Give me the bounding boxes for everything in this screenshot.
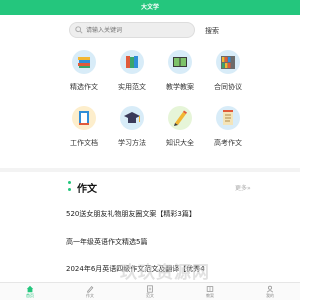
tab-lesson-plans[interactable]: 教案 — [190, 283, 230, 300]
category-item-study-methods[interactable]: 学习方法 — [108, 106, 156, 160]
tab-profile[interactable]: 我的 — [250, 283, 290, 300]
search-box[interactable] — [69, 22, 195, 38]
article-item[interactable]: 2024年6月英语四级作文范文及翻译【优秀4 — [66, 261, 256, 276]
pencil-icon — [168, 106, 192, 130]
book-icon — [206, 286, 214, 292]
category-item-lesson-plans[interactable]: 教学教案 — [156, 50, 204, 104]
search-icon — [75, 26, 83, 34]
category-label: 学习方法 — [118, 139, 146, 147]
section-title: 作文 — [77, 184, 97, 195]
more-link[interactable]: 更多» — [235, 183, 251, 192]
pen-icon — [87, 286, 94, 293]
notebook-icon — [72, 106, 96, 130]
section-marker — [68, 181, 71, 184]
category-item-knowledge[interactable]: 知识大全 — [156, 106, 204, 160]
section-header: 作文 更多» — [0, 176, 300, 200]
section-divider — [0, 168, 300, 172]
category-item-gaokao-essays[interactable]: 高考作文 — [204, 106, 252, 160]
category-label: 教学教案 — [166, 83, 194, 91]
tab-label: 我的 — [266, 293, 274, 298]
category-item-templates[interactable]: 实用范文 — [108, 50, 156, 104]
category-grid: 精选作文 实用范文 教学教案 合同协议 工作文档 学习方法 知识大全 高考作文 — [60, 50, 252, 162]
search-row: 搜索 — [0, 15, 300, 49]
tab-templates[interactable]: 范文 — [130, 283, 170, 300]
document-icon — [147, 285, 153, 293]
category-label: 精选作文 — [70, 83, 98, 91]
search-button[interactable]: 搜索 — [205, 24, 219, 38]
article-item[interactable]: 高一年级英语作文精选5篇 — [66, 234, 256, 250]
book-stack-icon — [72, 50, 96, 74]
category-label: 工作文档 — [70, 139, 98, 147]
open-book-icon — [168, 50, 192, 74]
category-label: 知识大全 — [166, 139, 194, 147]
category-item-contracts[interactable]: 合同协议 — [204, 50, 252, 104]
article-list: 520送女朋友礼物朋友圈文案【精彩3篇】 高一年级英语作文精选5篇 2024年6… — [66, 206, 256, 276]
user-icon — [266, 285, 274, 293]
tab-label: 作文 — [86, 293, 94, 298]
app-title: 大文学 — [140, 4, 159, 11]
app-screen: 大文学 搜索 精选作文 实用范文 — [0, 0, 300, 300]
category-label: 实用范文 — [118, 83, 146, 91]
tab-label: 教案 — [206, 293, 214, 298]
category-item-work-docs[interactable]: 工作文档 — [60, 106, 108, 160]
paper-scroll-icon — [216, 106, 240, 130]
graduation-cap-icon — [120, 106, 144, 130]
category-item-essays[interactable]: 精选作文 — [60, 50, 108, 104]
tab-label: 范文 — [146, 293, 154, 298]
search-input[interactable] — [86, 24, 190, 36]
tab-home[interactable]: 首页 — [10, 283, 50, 300]
home-icon — [26, 285, 34, 293]
category-label: 高考作文 — [214, 139, 242, 147]
section-marker — [68, 188, 71, 191]
title-bar: 大文学 — [0, 0, 300, 15]
bookshelf-icon — [216, 50, 240, 74]
tab-label: 首页 — [26, 293, 34, 298]
bottom-tab-bar: 首页 作文 范文 教案 我的 — [0, 282, 300, 300]
tab-essays[interactable]: 作文 — [70, 283, 110, 300]
books-icon — [120, 50, 144, 74]
article-item[interactable]: 520送女朋友礼物朋友圈文案【精彩3篇】 — [66, 206, 256, 222]
category-label: 合同协议 — [214, 83, 242, 91]
